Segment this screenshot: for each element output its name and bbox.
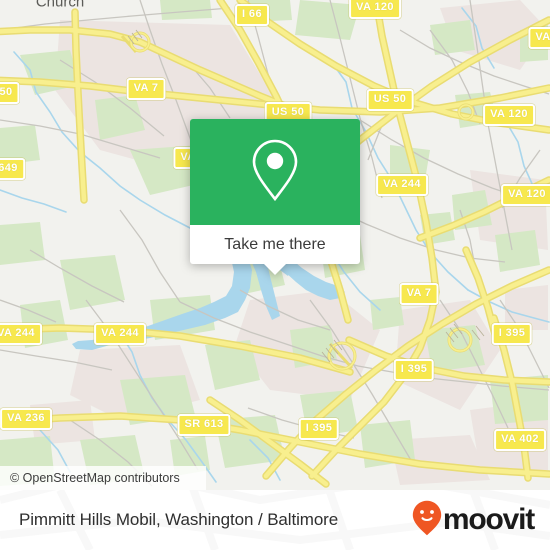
road-shield[interactable]: VA 120 [483, 104, 535, 126]
map-pin-icon [249, 137, 301, 208]
road-shield[interactable]: 50 [0, 82, 20, 104]
moovit-pin-icon [412, 500, 442, 541]
road-shield[interactable]: SR 613 [177, 414, 231, 436]
road-shield[interactable]: VA 7 [399, 283, 439, 305]
road-shield[interactable]: VA 244 [94, 323, 146, 345]
moovit-wordmark: moovit [442, 503, 535, 536]
footer-bar: Pimmitt Hills Mobil, Washington / Baltim… [0, 490, 550, 550]
road-shield[interactable]: VA 236 [0, 408, 52, 430]
road-shield[interactable]: VA 120 [501, 184, 550, 206]
map-attribution-bar: © OpenStreetMap contributors [0, 466, 206, 490]
popup-pointer-tail [264, 264, 286, 275]
moovit-logo[interactable]: moovit [412, 500, 535, 541]
road-shield[interactable]: US 50 [366, 89, 414, 111]
popup-action-bar[interactable]: Take me there [190, 225, 360, 275]
road-shield[interactable]: VA 402 [494, 429, 546, 451]
map-screenshot: Church I 66 VA 120 VA VA 7 50 US 50 US 5… [0, 0, 550, 550]
map-canvas[interactable]: Church I 66 VA 120 VA VA 7 50 US 50 US 5… [0, 0, 550, 490]
road-shield[interactable]: I 395 [298, 418, 340, 440]
road-shield[interactable]: 649 [0, 158, 25, 180]
road-shield[interactable]: I 395 [393, 359, 435, 381]
road-shield[interactable]: I 66 [235, 4, 269, 26]
attribution-text[interactable]: © OpenStreetMap contributors [10, 471, 180, 485]
road-shield[interactable]: VA 120 [349, 0, 401, 19]
road-shield[interactable]: I 395 [491, 323, 533, 345]
take-me-there-label: Take me there [224, 235, 326, 253]
road-shield[interactable]: VA 244 [376, 174, 428, 196]
road-shield[interactable]: VA [528, 27, 550, 49]
road-shield[interactable]: VA 7 [126, 78, 166, 100]
road-shield[interactable]: VA 244 [0, 323, 42, 345]
page-title: Pimmitt Hills Mobil, Washington / Baltim… [19, 510, 339, 529]
place-label-church: Church [35, 0, 85, 11]
location-popup-card[interactable]: Take me there [190, 119, 360, 275]
popup-header [190, 119, 360, 225]
